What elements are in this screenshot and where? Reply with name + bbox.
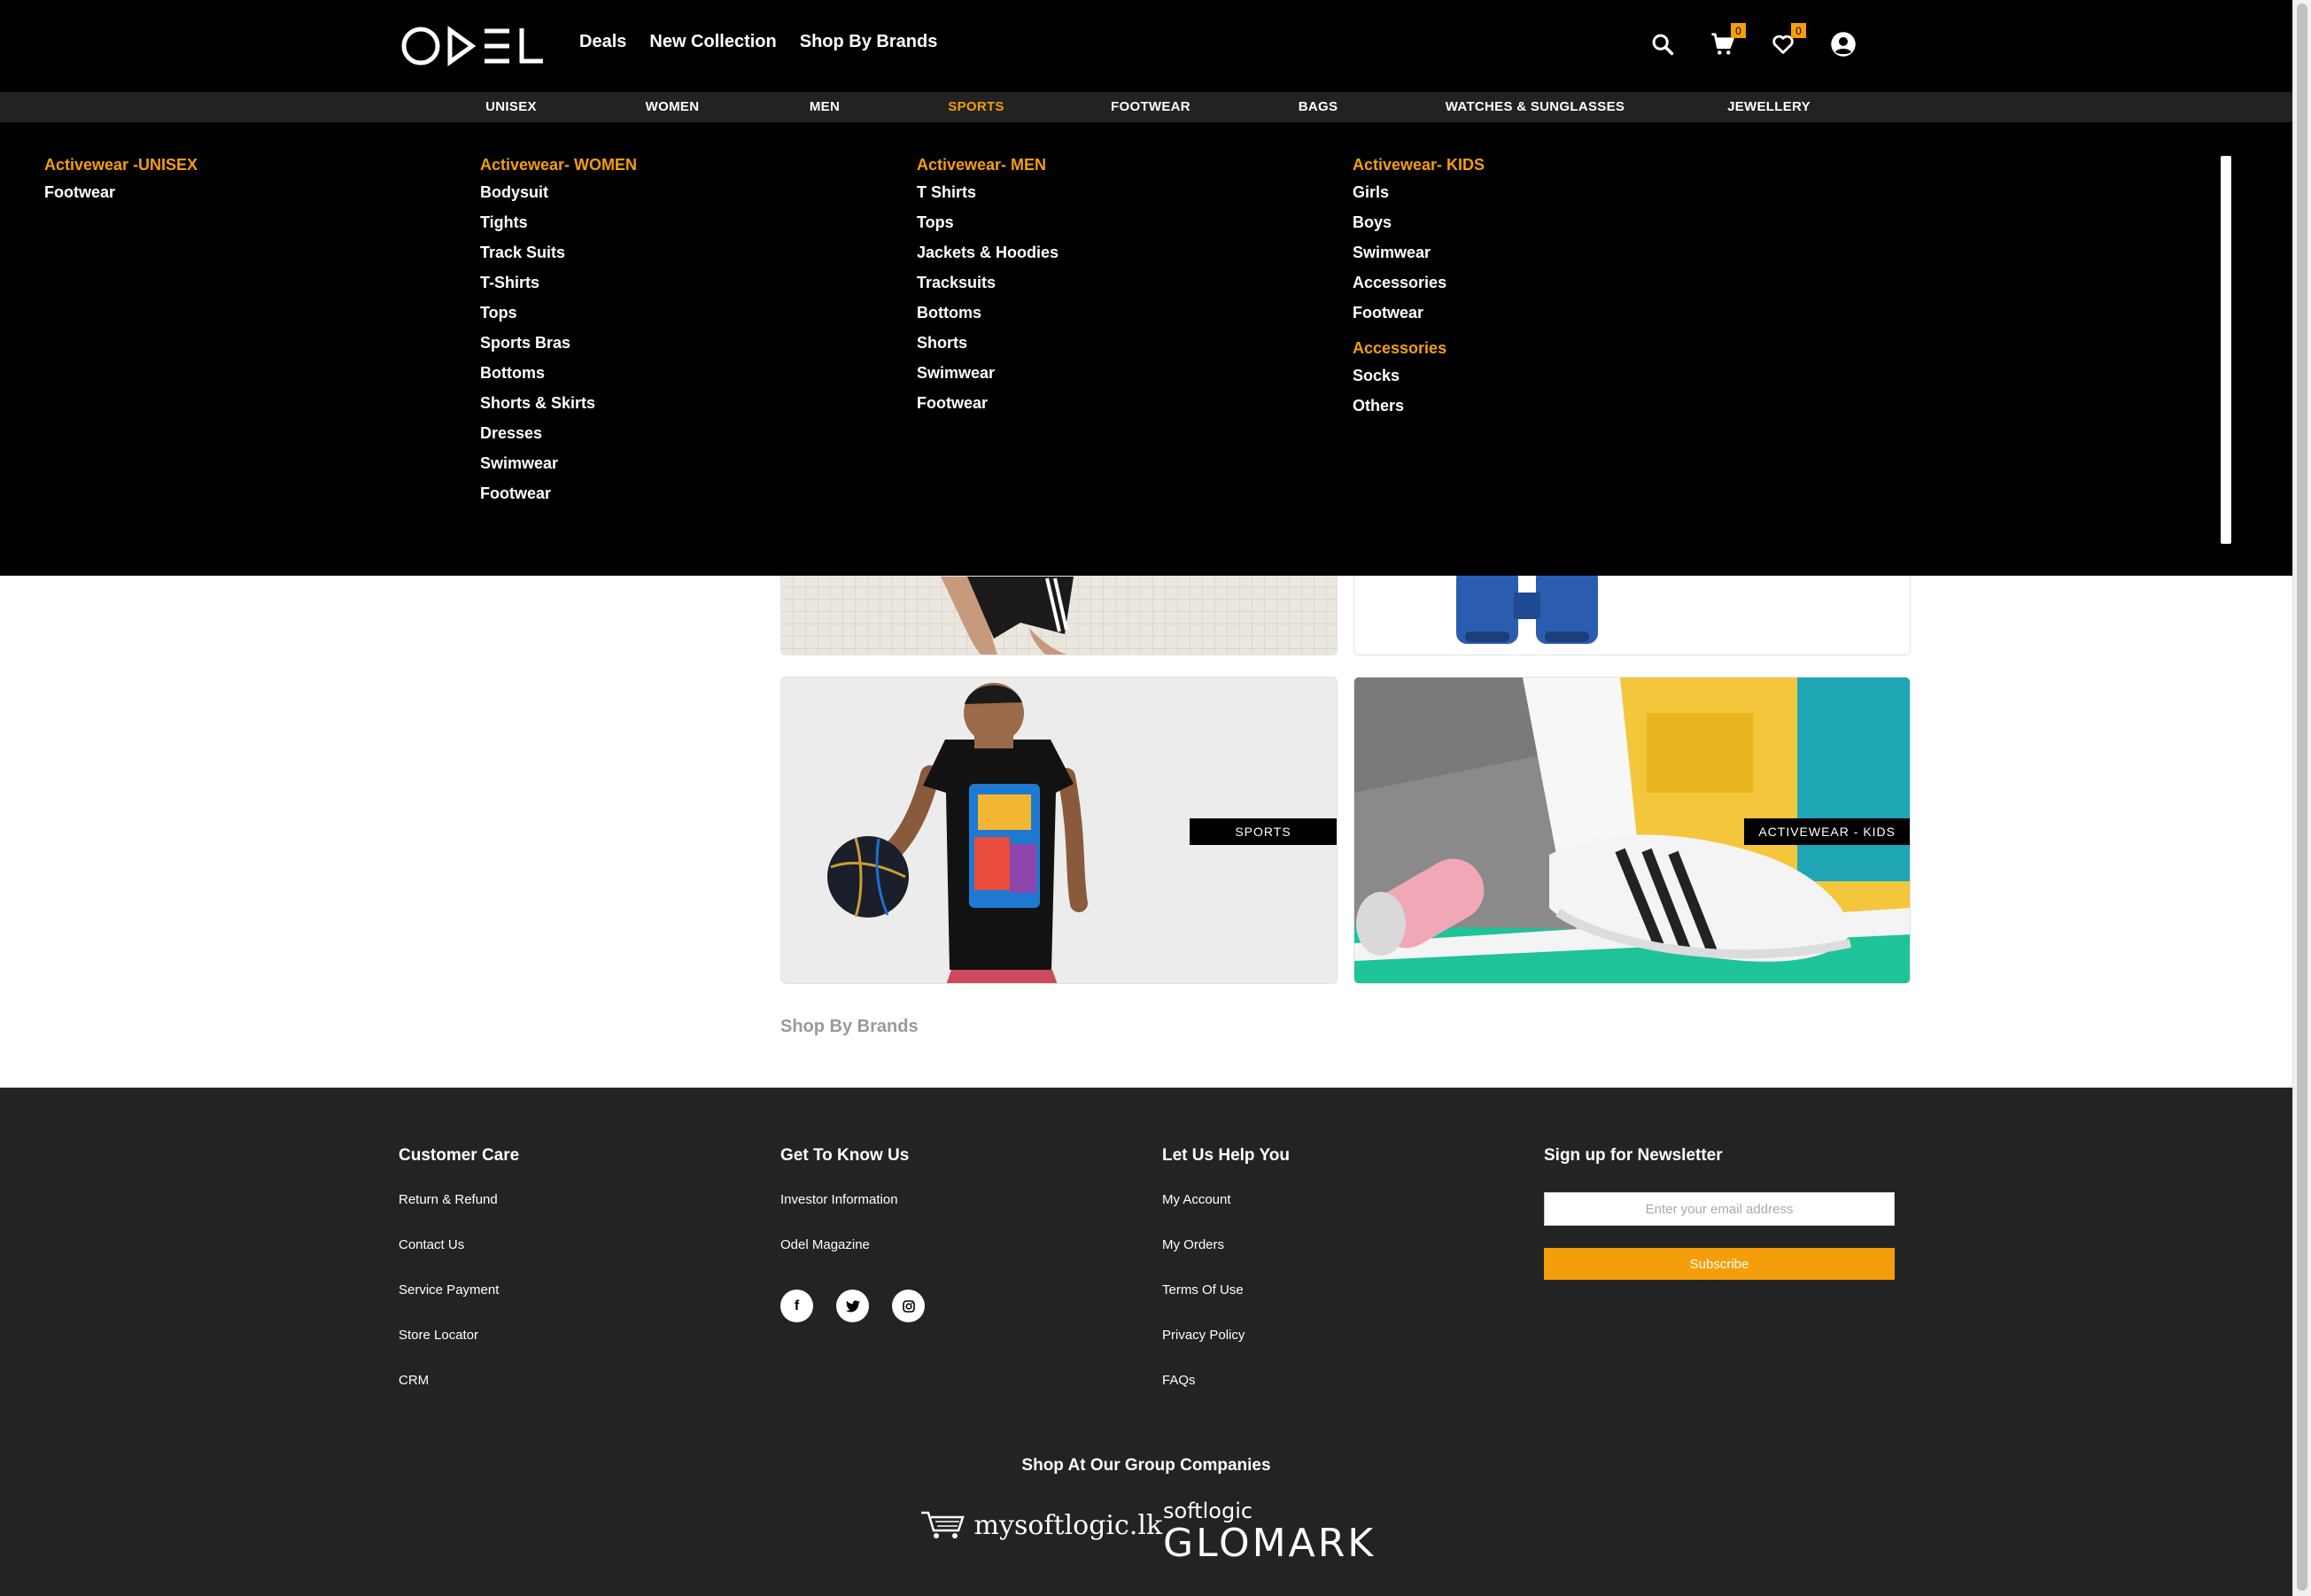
footer-heading-get-to-know-us: Get To Know Us	[780, 1146, 910, 1165]
menu-item-women-footwear[interactable]: Footwear	[480, 481, 637, 511]
page-scrollbar[interactable]	[2292, 0, 2311, 1596]
category-men[interactable]: MEN	[810, 99, 840, 114]
menu-item-men-bottoms[interactable]: Bottoms	[917, 300, 1059, 330]
menu-item-men-swimwear[interactable]: Swimwear	[917, 360, 1059, 391]
top-header: Deals New Collection Shop By Brands 0 0	[0, 0, 2292, 92]
menu-item-kids-footwear[interactable]: Footwear	[1353, 300, 1485, 330]
activewear-kids-tile-label[interactable]: ACTIVEWEAR - KIDS	[1744, 818, 1910, 845]
menu-item-unisex-footwear[interactable]: Footwear	[44, 180, 198, 210]
wishlist-heart-icon[interactable]: 0	[1765, 23, 1806, 62]
odel-logo[interactable]	[401, 21, 545, 71]
mega-menu-scrollbar[interactable]	[2221, 156, 2231, 544]
menu-item-women-t-shirts[interactable]: T-Shirts	[480, 270, 637, 300]
glomark-logo[interactable]: softlogic GLOMARK	[1163, 1499, 1376, 1564]
main-nav: Deals New Collection Shop By Brands	[579, 32, 937, 52]
social-links: f	[780, 1290, 925, 1322]
shop-by-brands-heading: Shop By Brands	[780, 1017, 919, 1036]
footer-link-crm[interactable]: CRM	[399, 1373, 519, 1418]
sports-mega-menu: Activewear -UNISEX Footwear Activewear- …	[0, 122, 2292, 576]
menu-item-women-swimwear[interactable]: Swimwear	[480, 451, 637, 481]
menu-item-kids-swimwear[interactable]: Swimwear	[1353, 240, 1485, 270]
mysoftlogic-logo[interactable]: mysoftlogic.lk	[919, 1509, 1162, 1541]
category-jewellery[interactable]: JEWELLERY	[1727, 99, 1811, 114]
menu-heading-men[interactable]: Activewear- MEN	[917, 156, 1059, 174]
menu-item-women-shorts-skirts[interactable]: Shorts & Skirts	[480, 391, 637, 421]
category-footwear[interactable]: FOOTWEAR	[1111, 99, 1190, 114]
menu-item-accessories-socks[interactable]: Socks	[1353, 363, 1485, 393]
menu-item-kids-girls[interactable]: Girls	[1353, 180, 1485, 210]
menu-item-men-jackets-hoodies[interactable]: Jackets & Hoodies	[917, 240, 1059, 270]
footer-get-to-know-us: Get To Know Us Investor Information Odel…	[780, 1146, 925, 1322]
footer-let-us-help-you: Let Us Help You My Account My Orders Ter…	[1162, 1146, 1290, 1418]
menu-item-women-dresses[interactable]: Dresses	[480, 421, 637, 451]
menu-item-women-track-suits[interactable]: Track Suits	[480, 240, 637, 270]
menu-item-women-bottoms[interactable]: Bottoms	[480, 360, 637, 391]
menu-heading-unisex[interactable]: Activewear -UNISEX	[44, 156, 198, 174]
sports-tile-label[interactable]: SPORTS	[1190, 818, 1337, 845]
footer-link-terms-of-use[interactable]: Terms Of Use	[1162, 1282, 1290, 1328]
footer-heading-newsletter: Sign up for Newsletter	[1544, 1146, 1723, 1165]
instagram-icon[interactable]	[892, 1290, 925, 1322]
menu-column-women: Activewear- WOMEN Bodysuit Tights Track …	[480, 156, 637, 511]
footer-link-return-refund[interactable]: Return & Refund	[399, 1192, 519, 1237]
group-companies-heading: Shop At Our Group Companies	[1021, 1456, 1271, 1475]
menu-item-accessories-others[interactable]: Others	[1353, 393, 1485, 423]
menu-column-unisex: Activewear -UNISEX Footwear	[44, 156, 198, 210]
wishlist-count-badge: 0	[1791, 23, 1806, 38]
sports-tile[interactable]: SPORTS	[780, 677, 1338, 984]
footer-link-store-locator[interactable]: Store Locator	[399, 1328, 519, 1373]
menu-item-women-sports-bras[interactable]: Sports Bras	[480, 330, 637, 360]
page-scrollbar-thumb[interactable]	[2297, 4, 2307, 1591]
cart-logo-icon	[919, 1510, 974, 1541]
footer-newsletter: Sign up for Newsletter	[1544, 1146, 1723, 1192]
menu-heading-women[interactable]: Activewear- WOMEN	[480, 156, 637, 174]
footer-heading-let-us-help-you: Let Us Help You	[1162, 1146, 1290, 1165]
menu-item-kids-accessories[interactable]: Accessories	[1353, 270, 1485, 300]
glomark-logo-top: softlogic	[1163, 1499, 1253, 1523]
footer-link-my-orders[interactable]: My Orders	[1162, 1237, 1290, 1282]
menu-item-women-bodysuit[interactable]: Bodysuit	[480, 180, 637, 210]
activewear-kids-tile[interactable]: ACTIVEWEAR - KIDS	[1353, 677, 1911, 984]
category-sports[interactable]: SPORTS	[948, 99, 1004, 114]
footer-link-investor-information[interactable]: Investor Information	[780, 1192, 925, 1237]
nav-shop-by-brands[interactable]: Shop By Brands	[800, 32, 938, 52]
cart-count-badge: 0	[1731, 23, 1746, 38]
facebook-icon[interactable]: f	[780, 1290, 813, 1322]
newsletter-email-input[interactable]	[1544, 1192, 1895, 1226]
nav-deals[interactable]: Deals	[579, 32, 626, 52]
category-unisex[interactable]: UNISEX	[485, 99, 537, 114]
search-icon[interactable]	[1645, 27, 1680, 62]
footer-link-faqs[interactable]: FAQs	[1162, 1373, 1290, 1418]
footer-heading-customer-care: Customer Care	[399, 1146, 520, 1165]
menu-heading-kids[interactable]: Activewear- KIDS	[1353, 156, 1485, 174]
account-icon[interactable]	[1826, 27, 1861, 62]
footer-link-my-account[interactable]: My Account	[1162, 1192, 1290, 1237]
twitter-icon[interactable]	[836, 1290, 869, 1322]
glomark-logo-main: GLOMARK	[1163, 1521, 1377, 1566]
mysoftlogic-text: mysoftlogic.lk	[973, 1510, 1163, 1541]
category-bar: UNISEX WOMEN MEN SPORTS FOOTWEAR BAGS WA…	[0, 92, 2292, 122]
category-watches-sunglasses[interactable]: WATCHES & SUNGLASSES	[1446, 99, 1625, 114]
menu-item-men-tracksuits[interactable]: Tracksuits	[917, 270, 1059, 300]
menu-item-women-tights[interactable]: Tights	[480, 210, 637, 240]
menu-column-men: Activewear- MEN T Shirts Tops Jackets & …	[917, 156, 1059, 421]
menu-item-men-tops[interactable]: Tops	[917, 210, 1059, 240]
menu-heading-accessories[interactable]: Accessories	[1353, 339, 1485, 358]
footer-link-privacy-policy[interactable]: Privacy Policy	[1162, 1328, 1290, 1373]
footer-link-odel-magazine[interactable]: Odel Magazine	[780, 1237, 925, 1282]
footer-link-service-payment[interactable]: Service Payment	[399, 1282, 519, 1328]
cart-icon[interactable]: 0	[1705, 23, 1746, 62]
menu-item-kids-boys[interactable]: Boys	[1353, 210, 1485, 240]
footer-customer-care: Customer Care Return & Refund Contact Us…	[399, 1146, 519, 1418]
menu-item-men-t-shirts[interactable]: T Shirts	[917, 180, 1059, 210]
menu-item-women-tops[interactable]: Tops	[480, 300, 637, 330]
menu-column-kids: Activewear- KIDS Girls Boys Swimwear Acc…	[1353, 156, 1485, 423]
menu-item-men-shorts[interactable]: Shorts	[917, 330, 1059, 360]
category-women[interactable]: WOMEN	[646, 99, 700, 114]
category-bags[interactable]: BAGS	[1299, 99, 1338, 114]
nav-new-collection[interactable]: New Collection	[649, 32, 776, 52]
footer-link-contact-us[interactable]: Contact Us	[399, 1237, 519, 1282]
subscribe-button[interactable]: Subscribe	[1544, 1248, 1895, 1280]
menu-item-men-footwear[interactable]: Footwear	[917, 391, 1059, 421]
